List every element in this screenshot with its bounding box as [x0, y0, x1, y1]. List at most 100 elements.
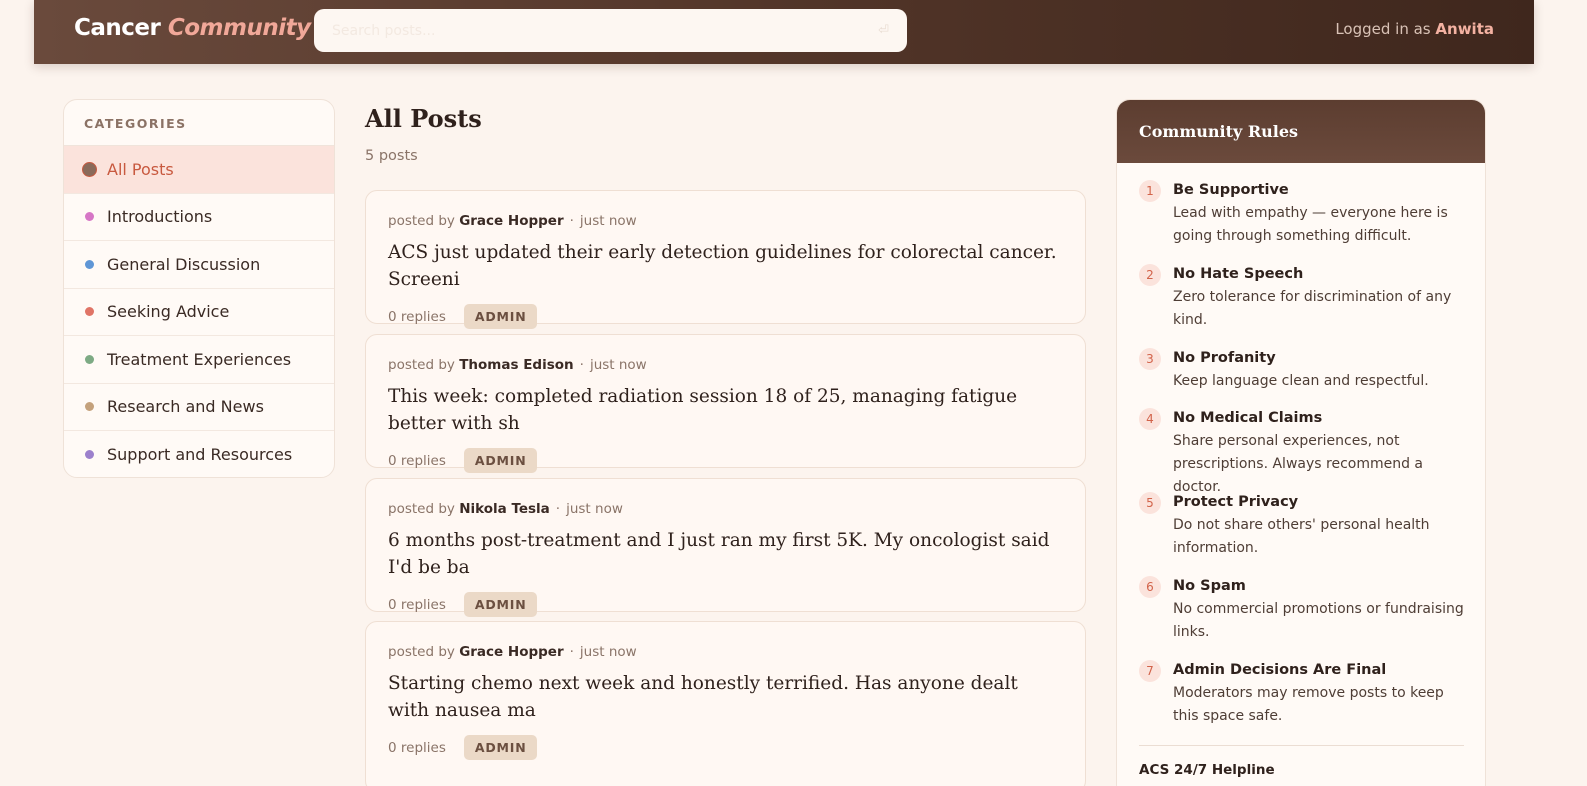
- meta-separator: ·: [569, 644, 574, 660]
- meta-separator: ·: [555, 501, 561, 517]
- rule-description: Keep language clean and respectful.: [1173, 373, 1429, 389]
- rule-item: 5 Protect Privacy Do not share others' per…: [1139, 492, 1469, 560]
- admin-badge: ADMIN: [463, 592, 538, 617]
- sidebar-item-seeking-advice[interactable]: Seeking Advice: [64, 289, 334, 336]
- rule-item: 7 Admin Decisions Are Final Moderators may…: [1139, 660, 1469, 728]
- posted-by-label: posted by: [388, 644, 455, 660]
- page-title: All Posts: [365, 104, 482, 133]
- post-title[interactable]: ACS just updated their early detection g…: [388, 239, 1063, 293]
- admin-badge: ADMIN: [463, 304, 538, 329]
- rule-number: 7: [1139, 660, 1161, 682]
- rule-title: Protect Privacy: [1173, 494, 1299, 510]
- posted-by-label: posted by: [388, 501, 455, 517]
- categories-sidebar: CATEGORIES All Posts Introductions General…: [63, 99, 335, 478]
- login-status: Logged in as Anwita: [1335, 20, 1494, 38]
- rule-number: 3: [1139, 348, 1161, 370]
- enter-icon: ⏎: [878, 23, 889, 38]
- post-card[interactable]: posted by Thomas Edison · just now This wee…: [365, 334, 1086, 473]
- rules-title: Community Rules: [1117, 100, 1485, 163]
- rule-number: 1: [1139, 180, 1161, 202]
- rule-title: No Hate Speech: [1173, 266, 1304, 282]
- admin-badge: ADMIN: [463, 448, 538, 473]
- admin-badge: ADMIN: [463, 735, 538, 760]
- sidebar-item-label: Introductions: [107, 207, 213, 227]
- rule-title: No Spam: [1173, 578, 1246, 594]
- post-count: 5 posts: [365, 148, 418, 164]
- post-author[interactable]: Grace Hopper: [459, 644, 563, 660]
- post-time: just now: [589, 357, 647, 373]
- post-author[interactable]: Nikola Tesla: [459, 501, 550, 517]
- search-bar[interactable]: Search posts... ⏎: [314, 9, 907, 52]
- category-dot-icon: [85, 307, 94, 317]
- rule-number: 6: [1139, 576, 1161, 598]
- rule-number: 5: [1139, 492, 1161, 514]
- sidebar-item-research-and-news[interactable]: Research and News: [64, 384, 334, 431]
- post-time: just now: [579, 644, 637, 660]
- post-title[interactable]: Starting chemo next week and honestly te…: [388, 670, 1048, 724]
- post-author[interactable]: Grace Hopper: [459, 213, 563, 229]
- rule-description: No commercial promotions or fundraising …: [1173, 601, 1464, 640]
- rule-title: Admin Decisions Are Final: [1173, 662, 1387, 678]
- post-card[interactable]: posted by Grace Hopper · just now ACS just …: [365, 190, 1086, 329]
- rule-item: 4 No Medical Claims Share personal experie…: [1139, 408, 1469, 499]
- rule-item: 3 No Profanity Keep language clean and res…: [1139, 348, 1469, 393]
- post-footer: 0 replies ADMIN: [388, 592, 1063, 617]
- brand-logo[interactable]: Cancer Community: [74, 15, 311, 41]
- community-rules-panel: Community Rules 1 Be Supportive Lead with …: [1116, 99, 1486, 786]
- post-footer: 0 replies ADMIN: [388, 448, 1063, 473]
- search-input[interactable]: Search posts...: [332, 23, 878, 39]
- posted-by-label: posted by: [388, 213, 455, 229]
- post-meta: posted by Thomas Edison · just now: [388, 357, 1063, 373]
- rule-title: No Medical Claims: [1173, 410, 1323, 426]
- category-dot-icon: [85, 450, 94, 460]
- sidebar-item-support-and-resources[interactable]: Support and Resources: [64, 431, 334, 477]
- sidebar-item-label: Seeking Advice: [107, 302, 230, 322]
- category-dot-icon: [85, 354, 94, 364]
- rule-description: Lead with empathy — everyone here is goi…: [1173, 205, 1448, 244]
- reply-count: 0 replies: [388, 308, 446, 325]
- post-title[interactable]: 6 months post-treatment and I just ran m…: [388, 527, 1063, 581]
- sidebar-item-label: Support and Resources: [107, 445, 293, 465]
- posted-by-label: posted by: [388, 357, 455, 373]
- top-header: Cancer Community Search posts... ⏎ Logge…: [34, 0, 1534, 64]
- rule-description: Do not share others' personal health inf…: [1173, 517, 1430, 556]
- sidebar-item-general-discussion[interactable]: General Discussion: [64, 241, 334, 289]
- sidebar-item-label: General Discussion: [107, 254, 261, 274]
- brand-accent: Community: [167, 15, 311, 41]
- rule-body: No Profanity Keep language clean and resp…: [1173, 348, 1429, 393]
- sidebar-item-introductions[interactable]: Introductions: [64, 194, 334, 241]
- meta-separator: ·: [569, 213, 574, 229]
- sidebar-item-all-posts[interactable]: All Posts: [64, 146, 334, 194]
- categories-title: CATEGORIES: [64, 100, 334, 146]
- post-meta: posted by Nikola Tesla · just now: [388, 501, 1063, 517]
- rule-item: 6 No Spam No commercial promotions or fund…: [1139, 576, 1469, 644]
- rule-body: No Hate Speech Zero tolerance for discrim…: [1173, 264, 1469, 332]
- reply-count: 0 replies: [388, 596, 446, 613]
- username-link[interactable]: Anwita: [1435, 20, 1494, 38]
- sidebar-item-treatment-experiences[interactable]: Treatment Experiences: [64, 336, 334, 384]
- category-dot-icon: [82, 161, 97, 177]
- post-card[interactable]: posted by Nikola Tesla · just now 6 months …: [365, 478, 1086, 617]
- helpline-heading[interactable]: ACS 24/7 Helpline: [1139, 762, 1275, 778]
- rule-number: 2: [1139, 264, 1161, 286]
- rule-number: 4: [1139, 408, 1161, 430]
- rule-body: Admin Decisions Are Final Moderators may …: [1173, 660, 1469, 728]
- rule-description: Zero tolerance for discrimination of any…: [1173, 289, 1452, 328]
- post-author[interactable]: Thomas Edison: [459, 357, 573, 373]
- login-prefix: Logged in as: [1335, 20, 1431, 38]
- post-footer: 0 replies ADMIN: [388, 304, 1063, 329]
- category-dot-icon: [85, 402, 94, 412]
- rule-body: Be Supportive Lead with empathy — everyon…: [1173, 180, 1469, 248]
- rules-divider: [1139, 745, 1464, 746]
- rule-description: Share personal experiences, not prescrip…: [1173, 433, 1424, 495]
- rule-title: Be Supportive: [1173, 182, 1289, 198]
- post-card[interactable]: posted by Grace Hopper · just now Starting …: [365, 621, 1086, 786]
- post-meta: posted by Grace Hopper · just now: [388, 213, 1063, 229]
- post-meta: posted by Grace Hopper · just now: [388, 644, 1063, 660]
- post-title[interactable]: This week: completed radiation session 1…: [388, 383, 1063, 437]
- category-dot-icon: [85, 259, 94, 269]
- rule-item: 2 No Hate Speech Zero tolerance for discri…: [1139, 264, 1469, 332]
- category-dot-icon: [85, 212, 94, 222]
- rule-item: 1 Be Supportive Lead with empathy — everyo…: [1139, 180, 1469, 248]
- post-time: just now: [566, 501, 623, 517]
